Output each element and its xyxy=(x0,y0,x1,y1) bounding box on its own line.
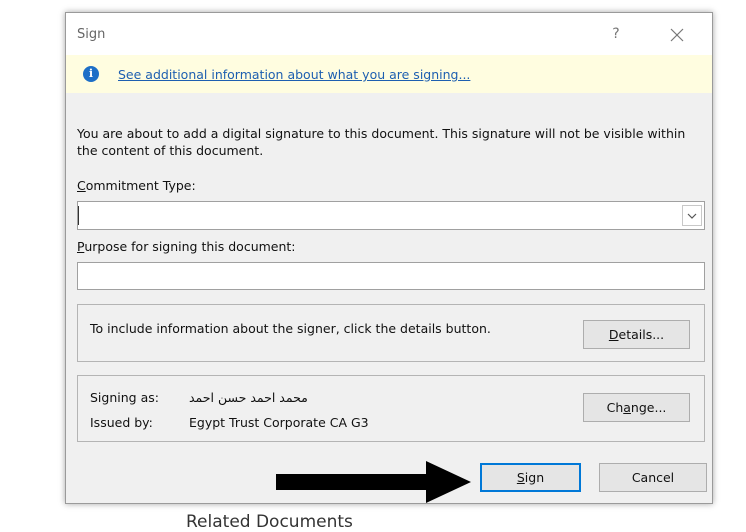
close-icon xyxy=(670,28,684,42)
signer-group: Signing as: محمد احمد حسن احمد Issued by… xyxy=(77,375,705,442)
sign-dialog: Sign ? i See additional information abou… xyxy=(65,12,713,504)
commitment-type-select[interactable] xyxy=(77,201,705,230)
background-document-text: Related Documents xyxy=(186,512,353,532)
issued-by-value: Egypt Trust Corporate CA G3 xyxy=(189,415,369,430)
details-group: To include information about the signer,… xyxy=(77,304,705,362)
cancel-button[interactable]: Cancel xyxy=(599,463,707,492)
change-accel: a xyxy=(623,400,631,415)
dialog-title: Sign xyxy=(77,27,106,42)
sign-accel: S xyxy=(516,470,525,485)
sign-button-label: ign xyxy=(524,470,545,485)
change-label-pre: Ch xyxy=(606,400,624,415)
signing-as-label: Signing as: xyxy=(90,390,159,405)
signature-description: You are about to add a digital signature… xyxy=(77,126,686,158)
title-bar: Sign ? xyxy=(66,13,712,55)
change-button[interactable]: Change... xyxy=(583,393,690,422)
purpose-label: Purpose for signing this document: xyxy=(77,239,296,254)
commitment-type-label-text: ommitment Type: xyxy=(85,178,196,193)
change-label-post: nge... xyxy=(630,400,667,415)
chevron-down-icon xyxy=(687,213,697,219)
signing-as-value: محمد احمد حسن احمد xyxy=(189,390,308,405)
text-caret xyxy=(78,206,79,225)
details-button-label: etails... xyxy=(618,327,665,342)
purpose-label-text: urpose for signing this document: xyxy=(84,239,296,254)
commitment-type-dropdown-button[interactable] xyxy=(682,205,702,226)
issued-by-label: Issued by: xyxy=(90,415,153,430)
info-icon: i xyxy=(83,66,99,82)
details-accel: D xyxy=(608,327,619,342)
help-button[interactable]: ? xyxy=(606,23,626,45)
sign-button[interactable]: Sign xyxy=(480,463,581,492)
commitment-type-accel: C xyxy=(77,178,86,193)
purpose-input[interactable] xyxy=(77,262,705,290)
additional-info-link[interactable]: See additional information about what yo… xyxy=(118,67,470,82)
details-info-text: To include information about the signer,… xyxy=(90,321,491,336)
close-button[interactable] xyxy=(665,23,689,47)
arrow-pointer-icon xyxy=(276,461,471,503)
commitment-type-label: Commitment Type: xyxy=(77,178,196,193)
details-button[interactable]: Details... xyxy=(583,320,690,349)
info-bar: i See additional information about what … xyxy=(66,55,712,93)
